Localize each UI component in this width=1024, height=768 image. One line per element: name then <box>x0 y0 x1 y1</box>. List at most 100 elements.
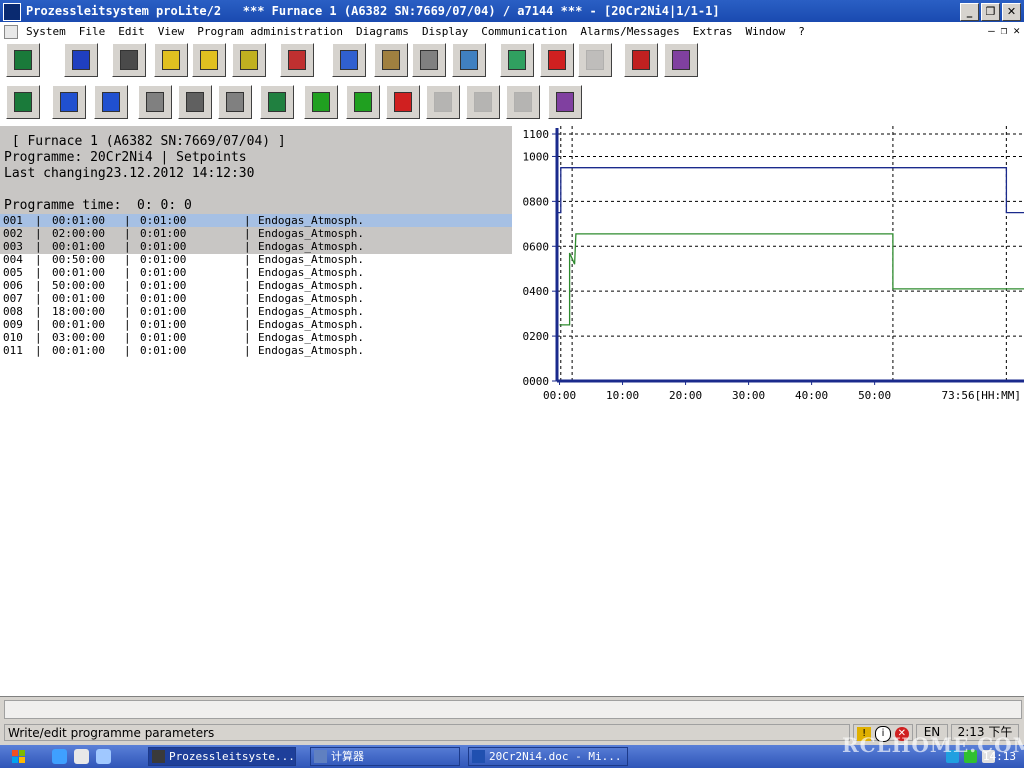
save-question-button[interactable] <box>6 85 40 119</box>
save-question-button[interactable] <box>6 43 40 77</box>
question-search-button[interactable] <box>260 85 294 119</box>
column-separator: | <box>35 214 42 227</box>
table-row[interactable]: 010 03:00:00 0:01:00 Endogas_Atmosph. | | | <box>0 331 512 344</box>
table-row[interactable]: 001 00:01:00 0:01:00 Endogas_Atmosph. | | | <box>0 214 512 227</box>
table-row[interactable]: 009 00:01:00 0:01:00 Endogas_Atmosph. | | | <box>0 318 512 331</box>
chart-icon <box>382 50 400 70</box>
main-toolbar <box>0 41 1024 83</box>
segment-append-button[interactable] <box>346 85 380 119</box>
menu-item-display[interactable]: Display <box>422 22 468 41</box>
help-book-button[interactable] <box>664 43 698 77</box>
restore-button[interactable]: ❐ <box>981 3 1000 21</box>
x-tick-label: 30:00 <box>732 389 765 402</box>
x-tick-label: 00:00 <box>543 389 576 402</box>
segment-duration: 00:01:00 <box>52 318 105 331</box>
task-app-icon <box>152 750 165 763</box>
column-separator: | <box>124 279 131 292</box>
desktop-icon[interactable] <box>96 749 111 764</box>
segment-atmosphere: Endogas_Atmosph. <box>258 305 364 318</box>
internet-explorer-icon[interactable] <box>52 749 67 764</box>
mdi-close-button[interactable]: ✕ <box>1013 24 1020 38</box>
segment-remove-disabled-button[interactable] <box>506 85 540 119</box>
column-separator: | <box>244 331 251 344</box>
program-tree-button[interactable] <box>64 43 98 77</box>
segment-number: 009 <box>3 318 23 331</box>
column-separator: | <box>124 331 131 344</box>
menu-item-window[interactable]: Window <box>745 22 785 41</box>
table-row[interactable]: 005 00:01:00 0:01:00 Endogas_Atmosph. | | | <box>0 266 512 279</box>
monitor-chart-button[interactable] <box>452 43 486 77</box>
segment-move-disabled-button[interactable] <box>426 85 460 119</box>
help-book-button[interactable] <box>548 85 582 119</box>
printer-message-button[interactable] <box>624 43 658 77</box>
app-icon[interactable] <box>3 3 21 21</box>
column-separator: | <box>244 240 251 253</box>
table-yellow-button[interactable] <box>154 43 188 77</box>
recipe-parameter-button[interactable] <box>232 43 266 77</box>
table-row[interactable]: 002 02:00:00 0:01:00 Endogas_Atmosph. | | | <box>0 227 512 240</box>
import-icon <box>60 92 78 112</box>
menu-item-alarms-messages[interactable]: Alarms/Messages <box>580 22 679 41</box>
media-icon[interactable] <box>74 749 89 764</box>
menu-item-view[interactable]: View <box>158 22 185 41</box>
table-row[interactable]: 003 00:01:00 0:01:00 Endogas_Atmosph. | | | <box>0 240 512 253</box>
folder-chart-button[interactable] <box>412 43 446 77</box>
alarm-button[interactable] <box>540 43 574 77</box>
taskbar-task[interactable]: 20Cr2Ni4.doc - Mi... <box>468 747 628 766</box>
chart-button[interactable] <box>374 43 408 77</box>
segment-duration: 00:01:00 <box>52 240 105 253</box>
y-tick-label: 1000 <box>523 150 550 163</box>
taskbar-task[interactable]: Prozessleitsyste... <box>148 747 296 766</box>
x-tick-label: 73:56[HH:MM] <box>942 389 1021 402</box>
menu-item-communication[interactable]: Communication <box>481 22 567 41</box>
segment-duration: 00:01:00 <box>52 344 105 357</box>
segment-atmosphere: Endogas_Atmosph. <box>258 227 364 240</box>
table-edit-button[interactable] <box>192 43 226 77</box>
segment-duration: 18:00:00 <box>52 305 105 318</box>
menu-item-edit[interactable]: Edit <box>118 22 145 41</box>
flow-chart-button[interactable] <box>112 43 146 77</box>
menu-item-system[interactable]: System <box>26 22 66 41</box>
start-button[interactable] <box>4 748 32 765</box>
column-separator: | <box>244 318 251 331</box>
lamp-disabled-button[interactable] <box>578 43 612 77</box>
task-label: 20Cr2Ni4.doc - Mi... <box>489 750 622 763</box>
print-button[interactable] <box>138 85 172 119</box>
column-separator: | <box>35 227 42 240</box>
table-row[interactable]: 004 00:50:00 0:01:00 Endogas_Atmosph. | | | <box>0 253 512 266</box>
minimize-button[interactable]: _ <box>960 3 979 21</box>
column-separator: | <box>35 240 42 253</box>
column-separator: | <box>124 266 131 279</box>
menu-item-diagrams[interactable]: Diagrams <box>356 22 409 41</box>
document-system-icon[interactable] <box>4 25 18 39</box>
mdi-restore-button[interactable]: ❐ <box>1001 24 1008 38</box>
menu-item-file[interactable]: File <box>79 22 106 41</box>
programme-toolbar <box>0 83 1024 125</box>
taskbar-task[interactable]: 计算器 <box>310 747 460 766</box>
table-row[interactable]: 007 00:01:00 0:01:00 Endogas_Atmosph. | | | <box>0 292 512 305</box>
setpoint-edit-button[interactable] <box>218 85 252 119</box>
document-print-button[interactable] <box>178 85 212 119</box>
help-book-icon <box>672 50 690 70</box>
column-separator: | <box>244 292 251 305</box>
table-row[interactable]: 008 18:00:00 0:01:00 Endogas_Atmosph. | | | <box>0 305 512 318</box>
segment-delete-button[interactable] <box>386 85 420 119</box>
table-row[interactable]: 011 00:01:00 0:01:00 Endogas_Atmosph. | | | <box>0 344 512 357</box>
segment-insert-icon <box>312 92 330 112</box>
segment-number: 011 <box>3 344 23 357</box>
diagram-color-button[interactable] <box>332 43 366 77</box>
import-button[interactable] <box>52 85 86 119</box>
mdi-minimize-button[interactable]: – <box>988 24 995 38</box>
segment-insert-button[interactable] <box>304 85 338 119</box>
column-separator: | <box>244 266 251 279</box>
close-button[interactable]: ✕ <box>1002 3 1021 21</box>
menu-item-extras[interactable]: Extras <box>693 22 733 41</box>
communication-button[interactable] <box>500 43 534 77</box>
export-button[interactable] <box>94 85 128 119</box>
monitor-chart-icon <box>460 50 478 70</box>
segment-copy-disabled-button[interactable] <box>466 85 500 119</box>
menu-item-program-administration[interactable]: Program administration <box>197 22 343 41</box>
table-row[interactable]: 006 50:00:00 0:01:00 Endogas_Atmosph. | | | <box>0 279 512 292</box>
curve-beta-button[interactable] <box>280 43 314 77</box>
menu-item-help[interactable]: ? <box>798 22 805 41</box>
